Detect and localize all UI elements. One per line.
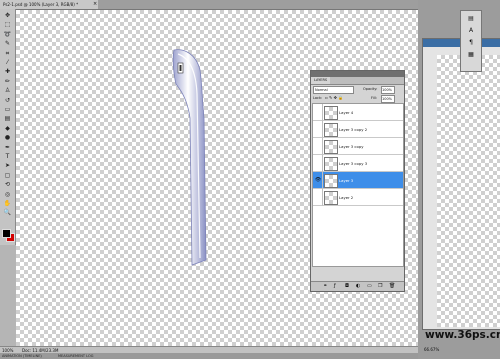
trash-icon[interactable]: 🗑 — [389, 283, 395, 290]
mask-icon[interactable]: ◘ — [345, 283, 349, 290]
opacity-input[interactable]: 100% — [381, 86, 395, 94]
lock-label: Lock: — [313, 96, 323, 100]
tab-measurement-log[interactable]: MEASUREMENT LOG — [58, 353, 93, 359]
zoom-tool-icon[interactable]: 🔍 — [3, 209, 12, 217]
layer-row[interactable]: Layer 3 copy 2 — [313, 121, 403, 138]
layer-row[interactable]: Layer 4 — [313, 104, 403, 121]
layer-name: Layer 3 copy 2 — [339, 127, 368, 132]
brush-tool-icon[interactable]: ✏ — [3, 78, 12, 86]
path-select-tool-icon[interactable]: ➤ — [3, 162, 12, 170]
layer-row[interactable]: Layer 3 copy 3 — [313, 155, 403, 172]
blend-mode-select[interactable]: Normal — [313, 86, 354, 94]
healing-brush-tool-icon[interactable]: ✚ — [3, 68, 12, 76]
blend-row: Normal Opacity: 100% — [311, 85, 404, 94]
hand-tool-icon[interactable]: ✋ — [3, 200, 12, 208]
document-tab[interactable]: Ps2-1.psd @ 100% (Layer 3, RGB/8) * — [0, 0, 98, 9]
layer-thumbnail — [324, 106, 338, 120]
history-icon[interactable]: ▤ — [465, 15, 477, 23]
background-document-window[interactable] — [422, 38, 500, 330]
visibility-eye-icon[interactable] — [314, 138, 323, 155]
layer-thumbnail — [324, 174, 338, 188]
visibility-eye-icon[interactable] — [314, 121, 323, 138]
pen-tool-icon[interactable]: ✒ — [3, 144, 12, 152]
background-canvas — [437, 55, 500, 327]
toolbox: ✥ ⬚ ➰ ✎ ⌗ ⁄ ✚ ✏ ♙ ↺ ▭ ▤ ◆ ● ✒ T ➤ ▢ ⟲ ◎ ✋ 🔍 — [0, 9, 16, 245]
layers-panel-tabs: LAYERS — [311, 77, 404, 85]
group-icon[interactable]: ▭ — [367, 283, 372, 290]
clone-stamp-tool-icon[interactable]: ♙ — [3, 87, 12, 95]
document-tab-bar: Ps2-1.psd @ 100% (Layer 3, RGB/8) * × — [0, 0, 418, 10]
bottom-panel-tabs: ANIMATION (TIMELINE) MEASUREMENT LOG — [0, 353, 418, 359]
layer-row[interactable]: Layer 3 copy — [313, 138, 403, 155]
shape-tool-icon[interactable]: ▢ — [3, 172, 12, 180]
gradient-tool-icon[interactable]: ▤ — [3, 115, 12, 123]
tab-animation-timeline[interactable]: ANIMATION (TIMELINE) — [2, 353, 42, 359]
paragraph-icon[interactable]: ¶ — [465, 39, 477, 47]
layer-name: Layer 4 — [339, 110, 354, 115]
quick-select-tool-icon[interactable]: ✎ — [3, 40, 12, 48]
layer-thumbnail — [324, 157, 338, 171]
move-tool-icon[interactable]: ✥ — [3, 12, 12, 20]
3d-rotate-tool-icon[interactable]: ⟲ — [3, 181, 12, 189]
layers-panel: LAYERS Normal Opacity: 100% Lock: ▫ ✎ ✥ … — [310, 70, 405, 292]
link-icon[interactable]: ⚭ — [323, 283, 327, 290]
eraser-tool-icon[interactable]: ▭ — [3, 106, 12, 114]
fx-icon[interactable]: ƒ — [334, 283, 336, 290]
layers-panel-footer: ⚭ ƒ ◘ ◐ ▭ ❐ 🗑 — [311, 281, 404, 291]
layer-name: Layer 3 copy — [339, 144, 364, 149]
character-icon[interactable]: A — [465, 27, 477, 35]
visibility-eye-icon[interactable] — [314, 155, 323, 172]
layer-thumbnail — [324, 140, 338, 154]
layer-list: Layer 4 Layer 3 copy 2 Layer 3 copy Layer 3… — [312, 103, 404, 267]
history-brush-tool-icon[interactable]: ↺ — [3, 97, 12, 105]
layer-name: Layer 2 — [339, 195, 354, 200]
lock-row: Lock: ▫ ✎ ✥ 🔒 Fill: 100% — [311, 94, 404, 103]
close-icon[interactable]: × — [93, 0, 97, 9]
visibility-eye-icon[interactable] — [314, 189, 323, 206]
marquee-tool-icon[interactable]: ⬚ — [3, 21, 12, 29]
lock-icons[interactable]: ▫ ✎ ✥ 🔒 — [325, 94, 343, 102]
hook-shape — [172, 49, 207, 266]
layer-row[interactable]: 👁 Layer 3 — [313, 172, 403, 189]
collapsed-panel-dock: ▤ A ¶ ▦ — [460, 10, 482, 72]
visibility-eye-icon[interactable] — [314, 104, 323, 121]
visibility-eye-icon[interactable]: 👁 — [314, 172, 323, 189]
foreground-color-swatch[interactable] — [2, 229, 11, 238]
tab-layers[interactable]: LAYERS — [311, 77, 331, 84]
blur-tool-icon[interactable]: ◆ — [3, 125, 12, 133]
fill-input[interactable]: 100% — [381, 95, 395, 103]
3d-orbit-tool-icon[interactable]: ◎ — [3, 191, 12, 199]
eyedropper-tool-icon[interactable]: ⁄ — [3, 59, 12, 67]
adjustment-icon[interactable]: ◐ — [356, 283, 360, 290]
lasso-tool-icon[interactable]: ➰ — [3, 31, 12, 39]
type-tool-icon[interactable]: T — [3, 153, 12, 161]
fill-label: Fill: — [371, 96, 377, 100]
watermark: www.36ps.cn — [425, 329, 500, 341]
layer-name: Layer 3 copy 3 — [339, 161, 368, 166]
swatches-icon[interactable]: ▦ — [465, 51, 477, 59]
layer-thumbnail — [324, 191, 338, 205]
document-tab-title: Ps2-1.psd @ 100% (Layer 3, RGB/8) * — [3, 2, 79, 7]
background-zoom-level[interactable]: 66.67% — [424, 346, 439, 353]
opacity-label: Opacity: — [363, 87, 378, 91]
dodge-tool-icon[interactable]: ● — [3, 134, 12, 142]
crop-tool-icon[interactable]: ⌗ — [3, 50, 12, 58]
new-layer-icon[interactable]: ❐ — [378, 283, 382, 290]
layer-name: Layer 3 — [339, 178, 354, 183]
layer-row[interactable]: Layer 2 — [313, 189, 403, 206]
layer-thumbnail — [324, 123, 338, 137]
